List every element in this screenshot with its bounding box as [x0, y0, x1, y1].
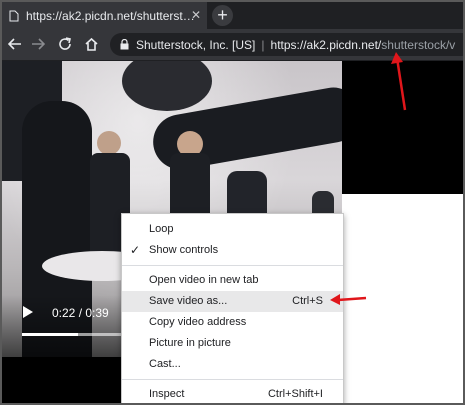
omnibox-separator: |: [261, 37, 265, 52]
browser-tab[interactable]: https://ak2.picdn.net/shutterstock ✕: [2, 2, 207, 29]
menu-item-label: Open video in new tab: [149, 274, 259, 286]
video-progress-bar[interactable]: [22, 333, 122, 336]
video-frame-hand: [122, 61, 212, 111]
menu-item-label: Copy video address: [149, 316, 247, 328]
annotation-arrow-icon: [330, 294, 367, 305]
forward-arrow-icon[interactable]: [27, 33, 49, 55]
back-arrow-icon[interactable]: [4, 33, 26, 55]
menu-item-label: Save video as...: [149, 295, 228, 307]
menu-item-show-controls[interactable]: ✓ Show controls: [122, 240, 343, 261]
url-host: https://ak2.picdn.net/: [270, 37, 382, 52]
menu-item-save-video-as[interactable]: Save video as... Ctrl+S: [122, 291, 343, 312]
video-progress-fill: [22, 333, 79, 336]
menu-separator: [122, 379, 343, 380]
play-icon[interactable]: [22, 305, 34, 324]
menu-item-picture-in-picture[interactable]: Picture in picture: [122, 333, 343, 354]
menu-item-label: Picture in picture: [149, 337, 231, 349]
menu-item-open-video-new-tab[interactable]: Open video in new tab: [122, 270, 343, 291]
menu-item-inspect[interactable]: Inspect Ctrl+Shift+I: [122, 384, 343, 403]
menu-item-loop[interactable]: Loop: [122, 219, 343, 240]
menu-separator: [122, 265, 343, 266]
tab-title: https://ak2.picdn.net/shutterstock: [26, 8, 196, 23]
check-icon: ✓: [130, 243, 141, 257]
reload-icon[interactable]: [54, 33, 76, 55]
annotation-arrow-icon: [391, 52, 407, 111]
menu-item-label: Loop: [149, 223, 174, 235]
tab-strip: https://ak2.picdn.net/shutterstock ✕ +: [2, 2, 463, 29]
close-icon[interactable]: ✕: [191, 8, 201, 22]
lock-icon: [120, 39, 129, 50]
home-icon[interactable]: [80, 33, 102, 55]
page-icon: [8, 10, 20, 22]
context-menu: Loop ✓ Show controls Open video in new t…: [121, 213, 344, 403]
menu-item-label: Show controls: [149, 244, 219, 256]
video-time: 0:22 / 0:39: [52, 306, 109, 320]
new-tab-button[interactable]: +: [212, 5, 233, 26]
menu-item-label: Cast...: [149, 358, 181, 370]
menu-item-shortcut: Ctrl+S: [292, 295, 323, 307]
browser-window: https://ak2.picdn.net/shutterstock ✕ + S…: [0, 0, 465, 405]
video-frame-head: [97, 131, 121, 155]
menu-item-shortcut: Ctrl+Shift+I: [267, 388, 323, 400]
menu-item-cast[interactable]: Cast...: [122, 354, 343, 375]
menu-item-copy-video-address[interactable]: Copy video address: [122, 312, 343, 333]
site-identity[interactable]: Shutterstock, Inc. [US]: [136, 38, 255, 52]
menu-item-label: Inspect: [149, 388, 185, 400]
